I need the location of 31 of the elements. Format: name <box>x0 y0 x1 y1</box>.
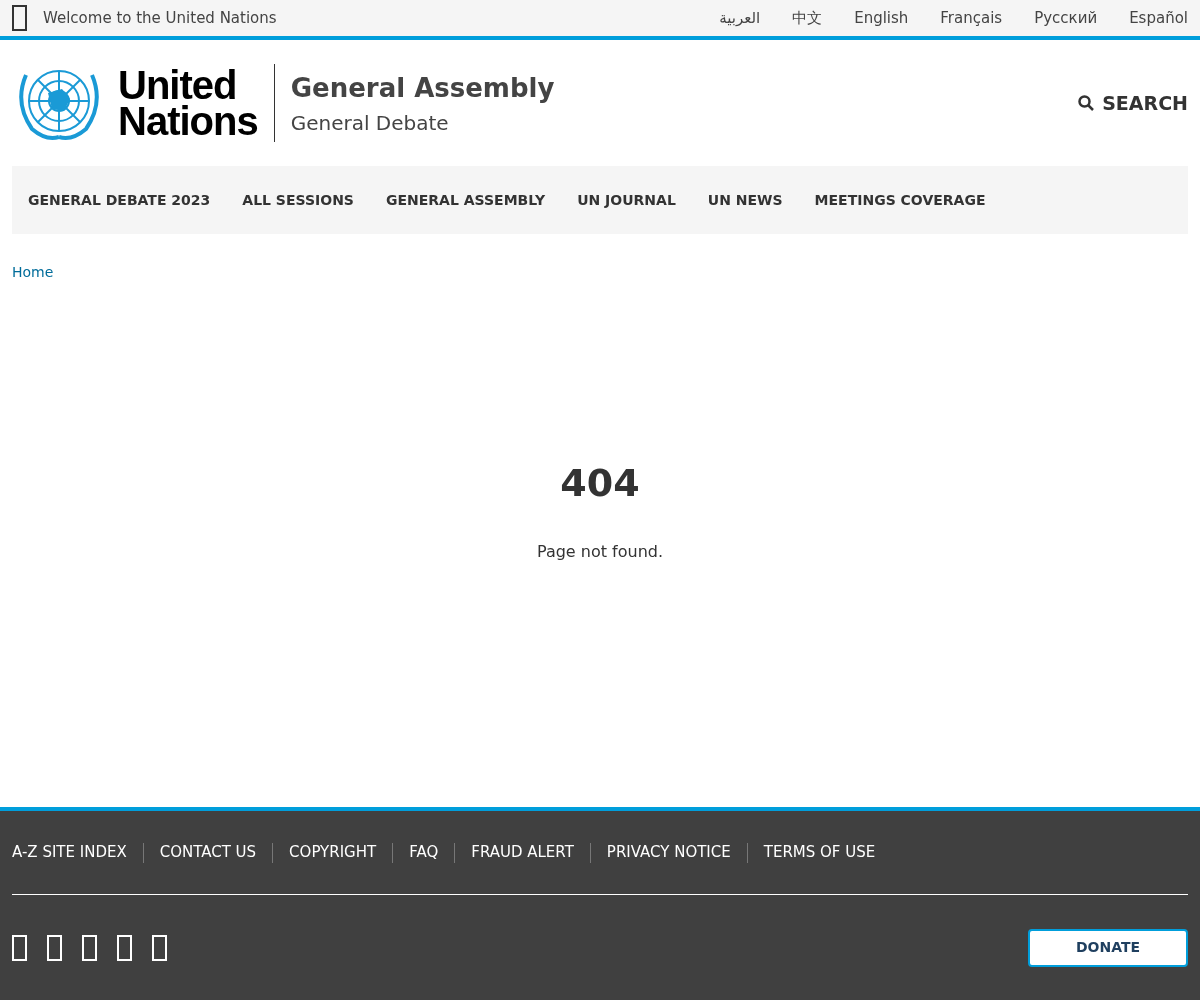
nav-link[interactable]: GENERAL ASSEMBLY <box>385 189 546 211</box>
language-link[interactable]: Français <box>940 6 1003 30</box>
language-link[interactable]: العربية <box>719 6 761 30</box>
nav-link[interactable]: ALL SESSIONS <box>242 189 354 211</box>
site-subtitle: General Debate <box>290 109 450 137</box>
footer-link[interactable]: FAQ <box>409 841 439 864</box>
footer-link[interactable]: A-Z SITE INDEX <box>12 841 127 864</box>
logo-text: United <box>118 67 237 103</box>
language-link[interactable]: 中文 <box>792 6 823 30</box>
language-link[interactable]: Русский <box>1034 6 1098 30</box>
search-icon <box>1078 95 1095 111</box>
footer-link[interactable]: COPYRIGHT <box>289 841 377 864</box>
footer-link[interactable]: PRIVACY NOTICE <box>606 841 731 864</box>
logo-text: Nations <box>118 103 258 139</box>
nav-link[interactable]: UN JOURNAL <box>577 189 676 211</box>
nav-link[interactable]: MEETINGS COVERAGE <box>814 189 986 211</box>
donate-button[interactable]: DONATE <box>1028 928 1188 967</box>
site-title: General Assembly <box>290 71 555 105</box>
breadcrumb-link[interactable]: Home <box>12 262 54 283</box>
error-code: 404 <box>560 460 640 507</box>
footer-link[interactable]: TERMS OF USE <box>763 841 876 864</box>
welcome-text: Welcome to the United Nations <box>43 7 277 29</box>
error-message: Page not found. <box>536 541 664 563</box>
language-link[interactable]: Español <box>1129 6 1188 30</box>
nav-link[interactable]: GENERAL DEBATE 2023 <box>28 189 211 211</box>
footer-link[interactable]: CONTACT US <box>159 841 257 864</box>
language-link[interactable]: English <box>854 6 909 30</box>
footer-link[interactable]: FRAUD ALERT <box>471 841 574 864</box>
search-button[interactable]: SEARCH <box>1078 88 1188 118</box>
nav-link[interactable]: UN NEWS <box>707 189 783 211</box>
box-glyph-icon[interactable] <box>12 5 27 31</box>
